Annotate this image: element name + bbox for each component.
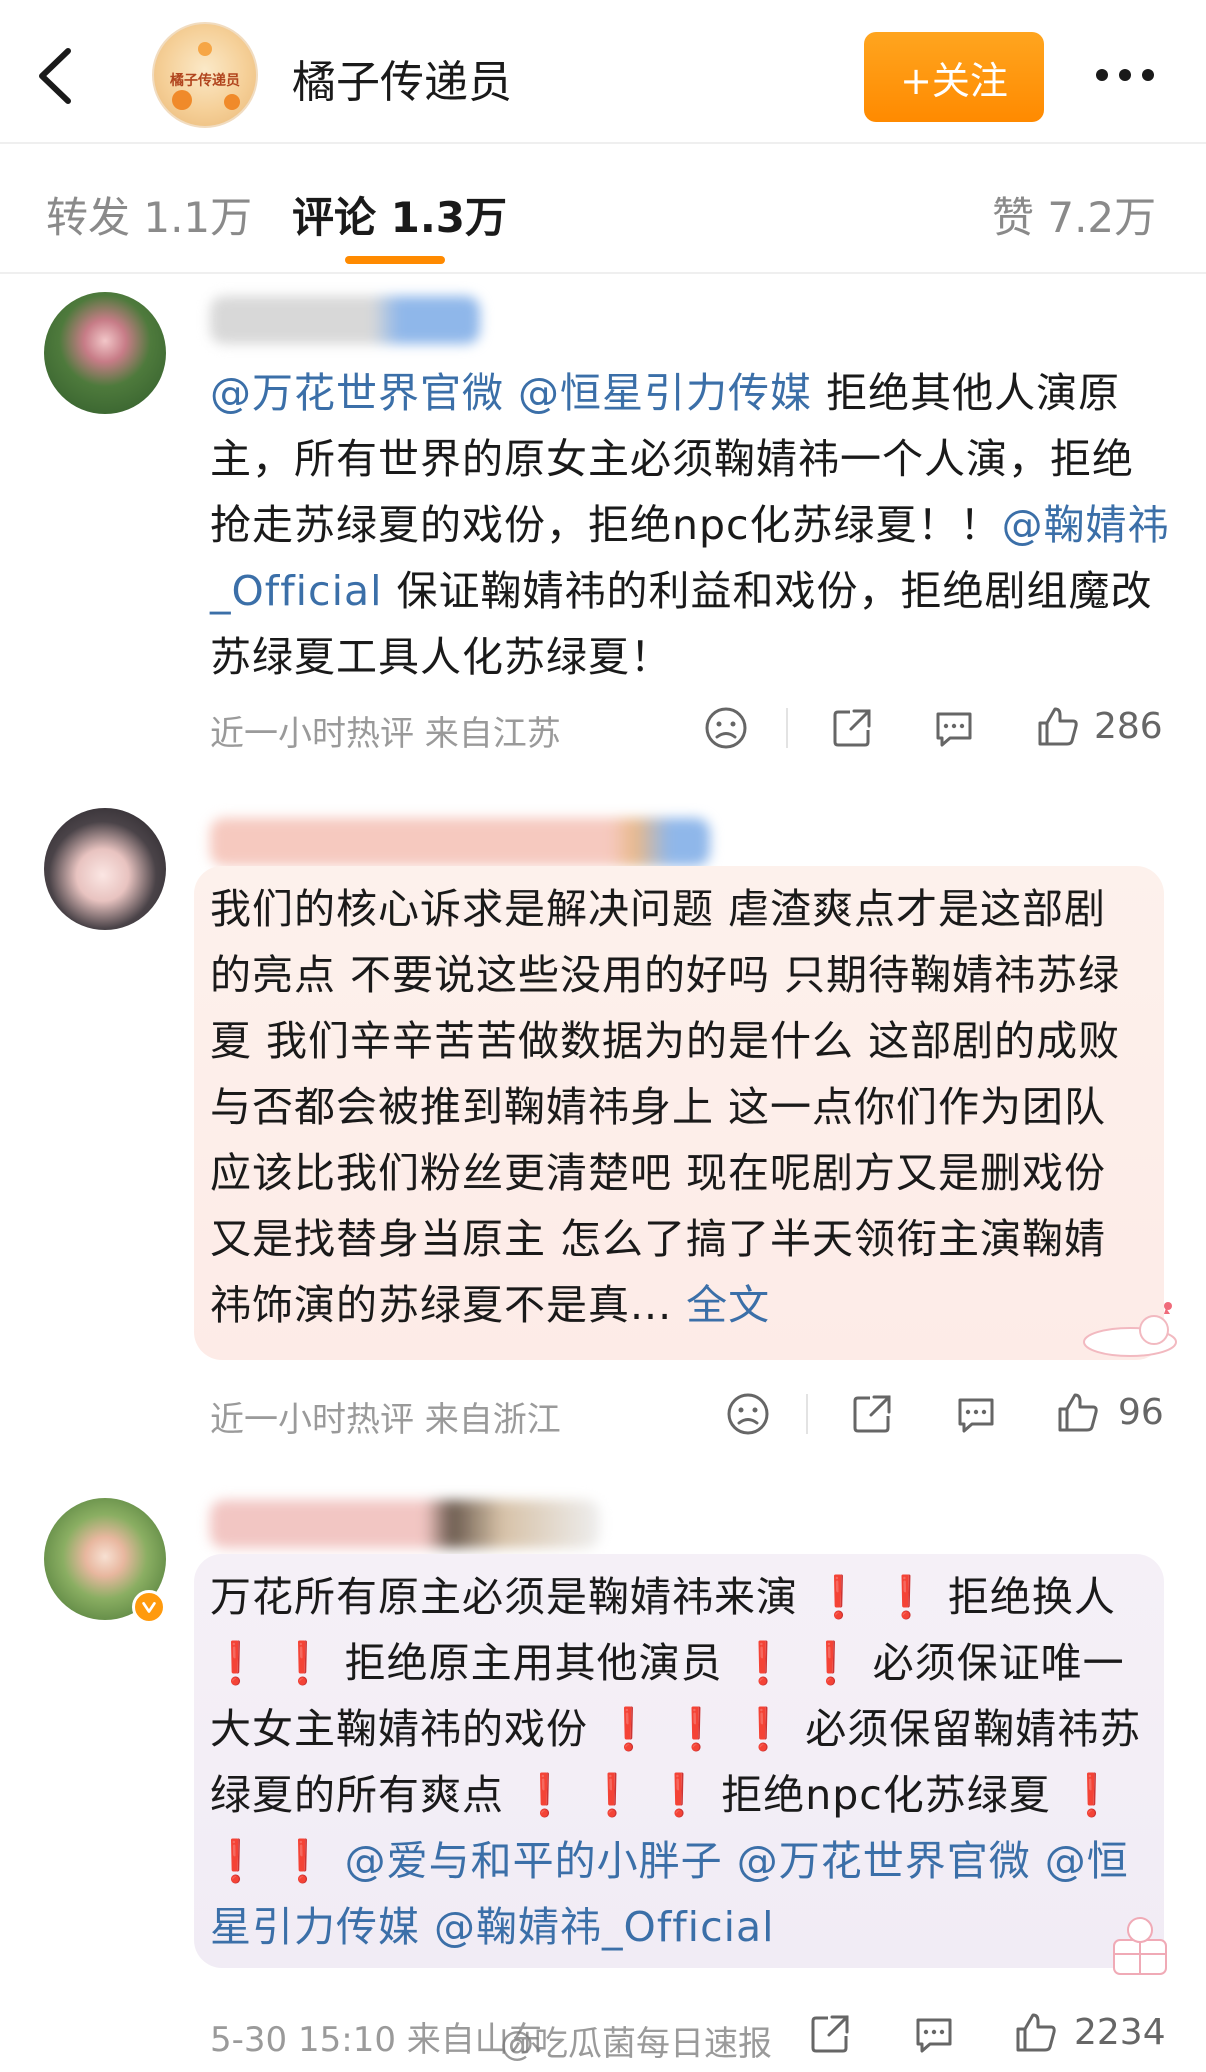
share-icon[interactable] xyxy=(830,706,874,750)
comment-text-segment: 拒绝原主用其他演员 xyxy=(344,1639,723,1687)
comment-icon[interactable] xyxy=(954,1392,998,1436)
comment-text-segment: 拒绝换人 xyxy=(947,1573,1116,1621)
commenter-avatar[interactable] xyxy=(44,292,166,414)
like-count: 286 xyxy=(1094,706,1163,747)
exclamation-emoji-icon: ❗ ❗ xyxy=(210,1639,345,1687)
exclamation-emoji-icon: ❗ ❗ xyxy=(722,1639,873,1687)
thumbs-up-icon[interactable] xyxy=(1014,2010,1058,2054)
comment-text-segment xyxy=(504,369,518,417)
top-bar: 橘子传递员 橘子传递员 +关注 xyxy=(0,0,1206,142)
blogger-name[interactable]: 橘子传递员 xyxy=(292,46,512,110)
thumbs-up-icon[interactable] xyxy=(1036,704,1080,748)
tabs-divider xyxy=(0,272,1206,274)
exclamation-emoji-icon: ❗ ❗ ❗ xyxy=(504,1771,722,1819)
tab-bar: 转发 1.1万 评论 1.3万 赞 7.2万 xyxy=(0,144,1206,274)
dislike-face-icon[interactable] xyxy=(704,706,748,750)
like-count: 2234 xyxy=(1074,2012,1166,2053)
comment-text-segment xyxy=(420,1903,434,1951)
verified-badge-icon xyxy=(132,1590,166,1624)
avatar-orange-decoration xyxy=(198,42,212,56)
comment-text: 万花所有原主必须是鞠婧祎来演 ❗ ❗ 拒绝换人 ❗ ❗ 拒绝原主用其他演员 ❗ … xyxy=(210,1564,1150,1960)
commenter-name-blurred[interactable] xyxy=(210,818,710,866)
exclamation-emoji-icon: ❗ ❗ ❗ xyxy=(588,1705,806,1753)
tab-comments[interactable]: 评论 1.3万 xyxy=(292,184,507,245)
share-icon[interactable] xyxy=(850,1392,894,1436)
comment-text-segment xyxy=(1031,1837,1045,1885)
back-button[interactable] xyxy=(28,40,84,112)
comment-text-segment xyxy=(723,1837,737,1885)
back-chevron-icon xyxy=(39,48,71,104)
mention-link[interactable]: @鞠婧祎_Official xyxy=(434,1903,774,1951)
comment-text-segment: 万花所有原主必须是鞠婧祎来演 xyxy=(210,1573,798,1621)
comment-meta: 5-30 15:10 来自山东 xyxy=(210,2020,543,2060)
share-icon[interactable] xyxy=(808,2012,852,2056)
commenter-avatar[interactable] xyxy=(44,808,166,930)
sticker-gift-decoration xyxy=(1100,1910,1180,1980)
tab-repost[interactable]: 转发 1.1万 xyxy=(46,184,252,245)
commenter-name-blurred[interactable] xyxy=(210,296,480,344)
mention-link[interactable]: @爱与和平的小胖子 xyxy=(345,1837,723,1885)
more-dots-icon[interactable] xyxy=(1096,60,1166,90)
mention-link[interactable]: @万花世界官微 xyxy=(737,1837,1031,1885)
active-tab-indicator xyxy=(345,256,445,264)
comment-text-segment: 拒绝npc化苏绿夏 xyxy=(721,1771,1051,1819)
avatar-orange-decoration xyxy=(224,94,240,110)
comment-text: @万花世界官微 @恒星引力传媒 拒绝其他人演原主，所有世界的原女主必须鞠婧祎一个… xyxy=(210,360,1170,690)
avatar-logo-text: 橘子传递员 xyxy=(170,73,240,89)
like-count: 96 xyxy=(1118,1392,1164,1433)
comment-icon[interactable] xyxy=(912,2012,956,2056)
action-separator xyxy=(786,708,788,748)
mention-link[interactable]: @万花世界官微 xyxy=(210,369,504,417)
full-text-link[interactable]: 全文 xyxy=(672,1281,770,1329)
watermark-text: @吃瓜菌每日速报 xyxy=(500,2024,772,2064)
comment-meta: 近一小时热评 来自浙江 xyxy=(210,1400,561,1440)
comment-icon[interactable] xyxy=(932,706,976,750)
tab-likes[interactable]: 赞 7.2万 xyxy=(992,184,1156,245)
follow-button[interactable]: +关注 xyxy=(864,32,1044,122)
commenter-name-blurred[interactable] xyxy=(210,1500,600,1548)
action-separator xyxy=(806,1394,808,1434)
comment-text-segment: 我们的核心诉求是解决问题 虐渣爽点才是这部剧的亮点 不要说这些没用的好吗 只期待… xyxy=(210,885,1121,1329)
mention-link[interactable]: @恒星引力传媒 xyxy=(518,369,812,417)
dislike-face-icon[interactable] xyxy=(726,1392,770,1436)
sticker-cat-decoration xyxy=(1070,1300,1180,1358)
avatar-orange-decoration xyxy=(172,90,192,110)
thumbs-up-icon[interactable] xyxy=(1056,1390,1100,1434)
blogger-avatar[interactable]: 橘子传递员 xyxy=(152,22,258,128)
comment-meta: 近一小时热评 来自江苏 xyxy=(210,714,561,754)
comment-text: 我们的核心诉求是解决问题 虐渣爽点才是这部剧的亮点 不要说这些没用的好吗 只期待… xyxy=(210,876,1140,1338)
exclamation-emoji-icon: ❗ ❗ xyxy=(798,1573,948,1621)
